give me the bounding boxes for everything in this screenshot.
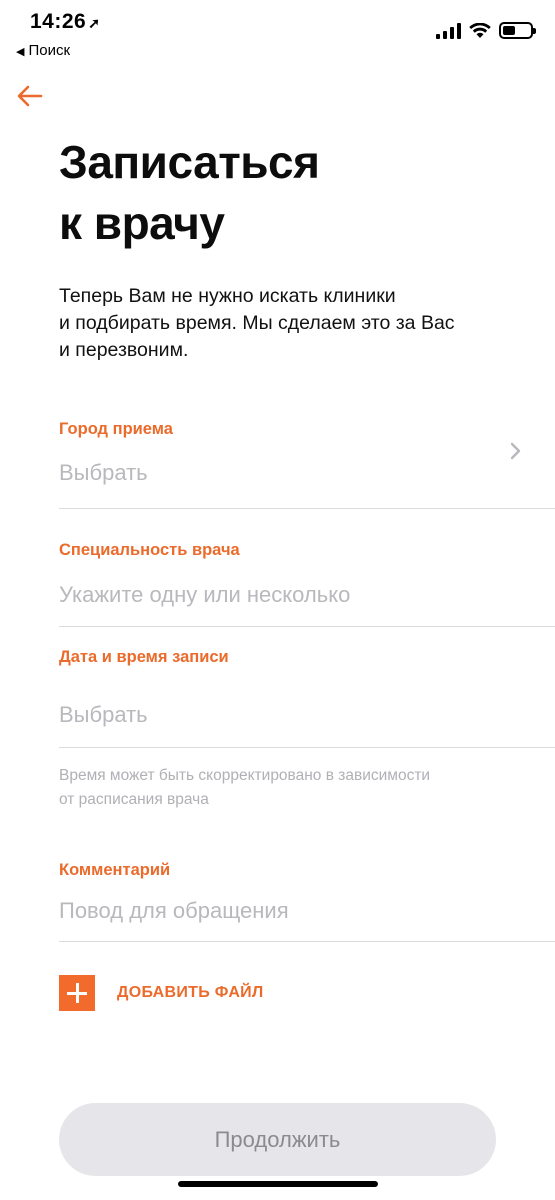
plus-icon [59, 975, 95, 1011]
page-description: Теперь Вам не нужно искать клиники и под… [59, 283, 509, 364]
chevron-right-icon[interactable] [507, 440, 525, 462]
city-label: Город приема [59, 420, 173, 438]
city-select[interactable]: Выбрать [59, 460, 148, 486]
datetime-divider [59, 747, 555, 748]
status-time-text: 14:26 [30, 10, 87, 33]
datetime-select[interactable]: Выбрать [59, 702, 148, 728]
battery-icon [499, 22, 536, 39]
cellular-signal-icon [436, 22, 461, 39]
page-title-line1: Записаться [59, 136, 320, 188]
status-indicators [436, 22, 536, 39]
continue-button[interactable]: Продолжить [59, 1103, 496, 1176]
datetime-hint: Время может быть скорректировано в завис… [59, 764, 430, 812]
add-file-label: ДОБАВИТЬ ФАЙЛ [117, 984, 264, 1001]
home-indicator [178, 1181, 378, 1187]
battery-level [503, 26, 515, 35]
description-line1: Теперь Вам не нужно искать клиники [59, 285, 396, 307]
comment-divider [59, 941, 555, 942]
back-triangle-icon: ◀ [16, 46, 25, 58]
hint-line1: Время может быть скорректировано в завис… [59, 767, 431, 784]
location-icon: ➚ [88, 15, 101, 31]
comment-label: Комментарий [59, 861, 171, 879]
description-line2: и подбирать время. Мы сделаем это за Вас [59, 312, 455, 334]
city-divider [59, 508, 555, 509]
arrow-left-icon[interactable] [14, 80, 46, 112]
status-time: 14:26 ➚ [30, 10, 100, 34]
specialty-input[interactable]: Укажите одну или несколько [59, 582, 350, 608]
status-back-label: Поиск [28, 42, 71, 59]
wifi-icon [469, 22, 491, 38]
status-back-link[interactable]: ◀ Поиск [16, 42, 70, 59]
add-file-button[interactable]: ДОБАВИТЬ ФАЙЛ [59, 975, 264, 1011]
comment-input[interactable]: Повод для обращения [59, 898, 289, 924]
specialty-divider [59, 626, 555, 627]
datetime-label: Дата и время записи [59, 648, 229, 666]
description-line3: и перезвоним. [59, 339, 189, 361]
page-title-line2: к врачу [59, 197, 225, 249]
hint-line2: от расписания врача [59, 791, 209, 808]
specialty-label: Специальность врача [59, 541, 240, 559]
page-title: Записаться к врачу [59, 132, 320, 254]
